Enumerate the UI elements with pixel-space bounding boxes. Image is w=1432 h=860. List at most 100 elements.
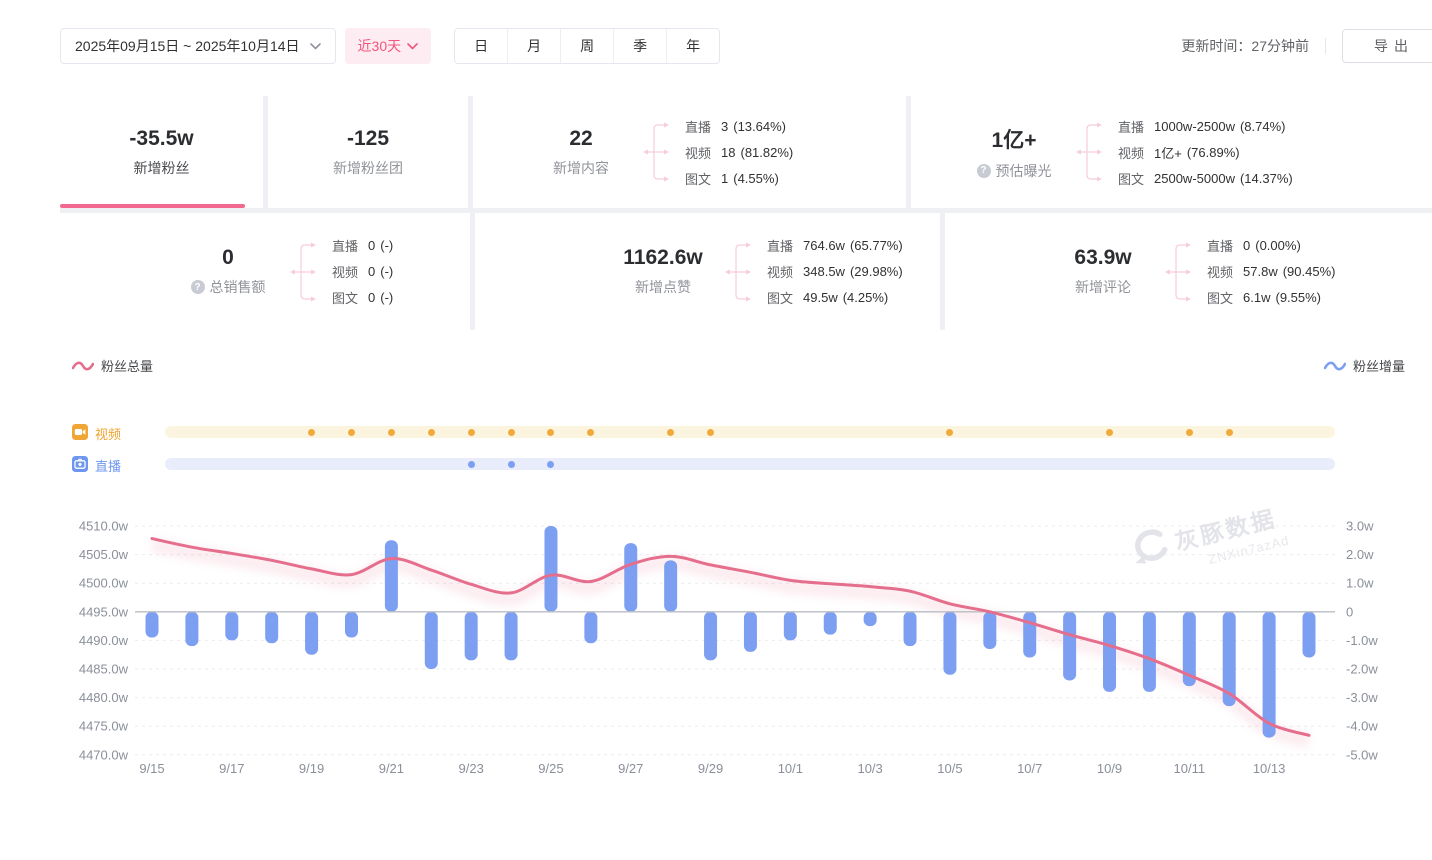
breakdown-item: 直播0(0.00%)	[1207, 233, 1335, 259]
fan-delta-bar[interactable]	[385, 540, 398, 612]
metric-card-est-exposure[interactable]: 1亿+ ?预估曝光 直播1000w-2500w(8.74%) 视频1亿+(76.…	[911, 96, 1432, 208]
fan-delta-bar[interactable]	[744, 612, 757, 652]
left-axis-label: 4480.0w	[79, 690, 129, 705]
x-axis-label: 10/9	[1097, 761, 1122, 776]
video-marker-dot[interactable]	[587, 429, 594, 436]
video-marker-dot[interactable]	[547, 429, 554, 436]
metric-value: 1亿+	[992, 124, 1037, 154]
metric-value: 22	[569, 127, 592, 151]
tab-month[interactable]: 月	[507, 29, 560, 63]
x-axis-label: 9/23	[459, 761, 484, 776]
legend-fan-total[interactable]: 粉丝总量	[72, 356, 153, 375]
fan-delta-bar[interactable]	[465, 612, 478, 661]
help-icon[interactable]: ?	[191, 280, 205, 294]
video-marker-dot[interactable]	[667, 429, 674, 436]
metric-card-new-content[interactable]: 22 新增内容 直播3(13.64%) 视频18(81.82%) 图文1(4.5…	[473, 96, 906, 208]
pink-wave-icon	[72, 360, 94, 372]
tab-week[interactable]: 周	[560, 29, 613, 63]
fan-delta-bar[interactable]	[345, 612, 358, 638]
video-marker-dot[interactable]	[468, 429, 475, 436]
fan-delta-bar[interactable]	[784, 612, 797, 641]
x-axis-label: 10/13	[1253, 761, 1286, 776]
fan-delta-bar[interactable]	[544, 526, 557, 612]
video-marker-track	[165, 426, 1335, 438]
fan-delta-bar[interactable]	[1263, 612, 1276, 738]
fan-delta-bar[interactable]	[505, 612, 518, 661]
right-axis-label: 0	[1346, 604, 1353, 619]
fan-delta-bar[interactable]	[824, 612, 837, 635]
video-marker-dot[interactable]	[707, 429, 714, 436]
video-marker-dot[interactable]	[348, 429, 355, 436]
quick-range-selector[interactable]: 近30天	[345, 28, 432, 64]
breakdown-item: 图文1(4.55%)	[685, 165, 793, 191]
breakdown-item: 视频0(-)	[332, 259, 393, 285]
fan-delta-bar[interactable]	[664, 560, 677, 611]
tab-year[interactable]: 年	[666, 29, 719, 63]
chevron-down-icon	[407, 43, 418, 50]
video-marker-dot[interactable]	[946, 429, 953, 436]
fan-delta-bar[interactable]	[864, 612, 877, 626]
fan-delta-bar[interactable]	[904, 612, 917, 646]
metric-card-new-comments[interactable]: 63.9w 新增评论 直播0(0.00%) 视频57.8w(90.45%) 图文…	[945, 213, 1432, 330]
fan-delta-bar[interactable]	[305, 612, 318, 655]
video-marker-dot[interactable]	[428, 429, 435, 436]
left-axis-label: 4505.0w	[79, 547, 129, 562]
fan-delta-bar[interactable]	[185, 612, 198, 646]
fan-delta-bar[interactable]	[1023, 612, 1036, 658]
fan-delta-bar[interactable]	[425, 612, 438, 669]
metric-card-new-fans[interactable]: -35.5w 新增粉丝	[60, 96, 263, 208]
trend-chart-canvas[interactable]: 4510.0w3.0w4505.0w2.0w4500.0w1.0w4495.0w…	[0, 506, 1432, 798]
metric-label: 新增内容	[553, 158, 609, 178]
date-range-picker[interactable]: 2025年09月15日 ~ 2025年10月14日	[60, 28, 336, 64]
breakdown-item: 图文6.1w(9.55%)	[1207, 285, 1335, 311]
metric-card-new-likes[interactable]: 1162.6w 新增点赞 直播764.6w(65.77%) 视频348.5w(2…	[475, 213, 940, 330]
live-marker-dot[interactable]	[508, 461, 515, 468]
metric-label: 新增点赞	[635, 277, 691, 297]
x-axis-label: 10/7	[1017, 761, 1042, 776]
fan-total-line[interactable]	[152, 539, 1309, 736]
tab-day[interactable]: 日	[455, 29, 507, 63]
breakdown-item: 视频1亿+(76.89%)	[1118, 139, 1293, 165]
fan-delta-bar[interactable]	[584, 612, 597, 643]
fan-delta-bar[interactable]	[265, 612, 278, 643]
fan-delta-bar[interactable]	[1103, 612, 1116, 692]
right-axis-label: 3.0w	[1346, 519, 1374, 534]
legend-fan-delta[interactable]: 粉丝增量	[1324, 356, 1405, 375]
help-icon[interactable]: ?	[977, 164, 991, 178]
tab-quarter[interactable]: 季	[613, 29, 666, 63]
video-marker-dot[interactable]	[508, 429, 515, 436]
fan-delta-bar[interactable]	[704, 612, 717, 661]
fan-delta-bar[interactable]	[1303, 612, 1316, 658]
right-axis-label: -1.0w	[1346, 633, 1378, 648]
metric-card-new-fanclub[interactable]: -125 新增粉丝团	[268, 96, 468, 208]
video-marker-dot[interactable]	[1106, 429, 1113, 436]
fan-delta-bar[interactable]	[1063, 612, 1076, 681]
video-icon	[72, 424, 88, 440]
fan-delta-bar[interactable]	[943, 612, 956, 675]
metric-label: ?总销售额	[191, 277, 266, 297]
metric-cards: -35.5w 新增粉丝 -125 新增粉丝团 22 新增内容	[60, 96, 1432, 330]
fans-trend-chart: 4510.0w3.0w4505.0w2.0w4500.0w1.0w4495.0w…	[0, 506, 1432, 798]
fan-delta-bar[interactable]	[146, 612, 159, 638]
fan-delta-bar[interactable]	[1143, 612, 1156, 692]
video-marker-dot[interactable]	[1226, 429, 1233, 436]
video-marker-dot[interactable]	[308, 429, 315, 436]
active-card-underline	[60, 204, 245, 208]
right-axis-label: -4.0w	[1346, 719, 1378, 734]
breakdown-item: 直播3(13.64%)	[685, 113, 793, 139]
metric-card-total-sales[interactable]: 0 ?总销售额 直播0(-) 视频0(-) 图文0(-)	[60, 213, 470, 330]
live-marker-dot[interactable]	[547, 461, 554, 468]
fan-delta-bar[interactable]	[624, 543, 637, 612]
breakdown-bracket	[290, 233, 318, 311]
left-axis-label: 4485.0w	[79, 662, 129, 677]
fan-delta-bar[interactable]	[983, 612, 996, 649]
fan-delta-bar[interactable]	[225, 612, 238, 641]
video-marker-dot[interactable]	[1186, 429, 1193, 436]
chevron-down-icon	[310, 43, 321, 50]
breakdown-item: 视频57.8w(90.45%)	[1207, 259, 1335, 285]
live-marker-dot[interactable]	[468, 461, 475, 468]
breakdown-item: 图文0(-)	[332, 285, 393, 311]
video-timeline-row: 视频	[0, 419, 1432, 445]
export-button[interactable]: 导出	[1342, 29, 1432, 63]
video-marker-dot[interactable]	[388, 429, 395, 436]
